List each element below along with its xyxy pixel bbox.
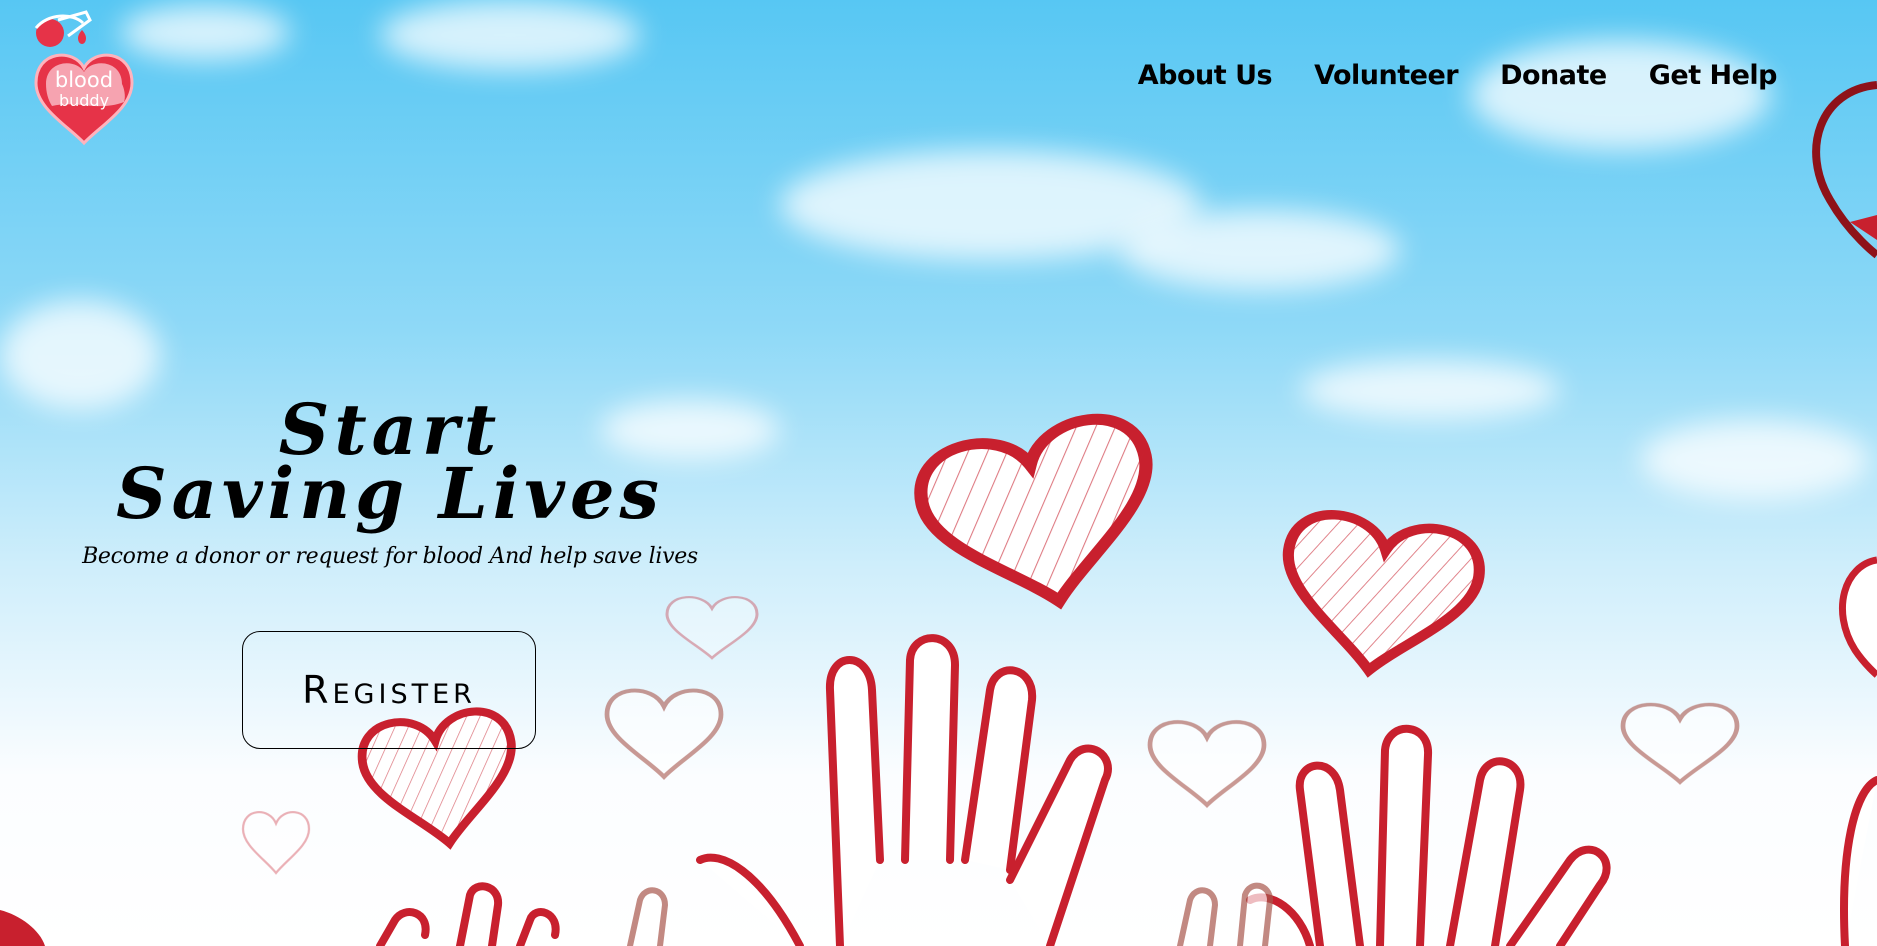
logo-text-buddy: buddy	[58, 91, 110, 110]
register-button[interactable]: Register	[242, 631, 536, 749]
hero-title-line2: Saving Lives	[116, 452, 664, 535]
nav-donate[interactable]: Donate	[1500, 60, 1607, 91]
logo-text-blood: blood	[54, 68, 114, 92]
nav-about-us[interactable]: About Us	[1138, 60, 1273, 91]
hero-subtitle: Become a donor or request for blood And …	[82, 544, 698, 569]
nav-get-help[interactable]: Get Help	[1649, 60, 1778, 91]
blood-buddy-logo[interactable]: blood buddy	[28, 8, 140, 148]
nav-volunteer[interactable]: Volunteer	[1314, 60, 1459, 91]
main-nav: About Us Volunteer Donate Get Help	[1138, 60, 1778, 91]
hero-title: Start Saving Lives	[100, 395, 680, 535]
